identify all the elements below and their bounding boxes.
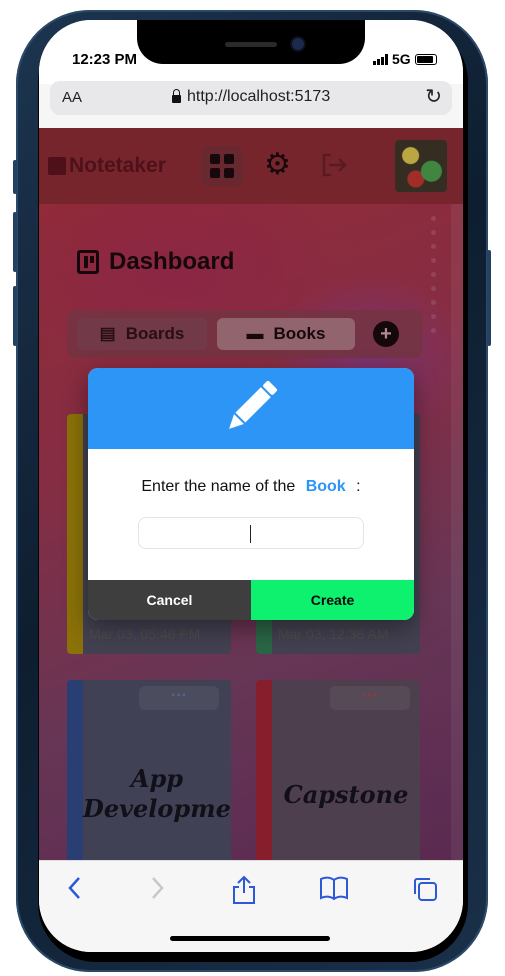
back-icon[interactable]	[65, 875, 85, 908]
pencil-icon	[229, 380, 278, 429]
create-button[interactable]: Create	[251, 580, 414, 620]
forward-svg	[152, 877, 164, 899]
network-type: 5G	[392, 51, 411, 67]
front-camera	[292, 38, 304, 50]
text-caret	[250, 525, 251, 543]
dialog-header	[88, 368, 414, 449]
book-name-input[interactable]	[138, 517, 364, 549]
prompt-suffix: :	[356, 478, 361, 495]
battery-icon	[414, 53, 437, 65]
volume-up-button	[13, 212, 17, 272]
create-book-dialog: Enter the name of the Book : Cancel Crea…	[88, 368, 414, 620]
url-display[interactable]: http://localhost:5173	[172, 88, 330, 106]
lock-icon	[172, 89, 181, 103]
back-svg	[68, 877, 80, 899]
tabs-svg	[414, 878, 437, 901]
bookmarks-svg	[320, 876, 348, 901]
notch	[137, 20, 365, 64]
share-icon[interactable]	[231, 875, 257, 912]
mute-switch	[13, 160, 17, 194]
text-size-button[interactable]: AA	[62, 89, 82, 106]
screen: 12:23 PM 5G AA http://localhost:5173 ↻ N…	[39, 20, 463, 952]
tabs-icon[interactable]	[411, 875, 439, 910]
web-app: Notetaker ⚙ Dashboard ▤ Boards ▬ Books +…	[39, 128, 463, 860]
speaker	[225, 42, 277, 47]
share-svg	[233, 875, 255, 904]
status-bar: 12:23 PM 5G	[39, 20, 463, 84]
prompt-highlight: Book	[305, 478, 346, 495]
url-text: http://localhost:5173	[187, 88, 331, 105]
clock: 12:23 PM	[72, 51, 138, 68]
reload-icon[interactable]: ↻	[425, 87, 442, 107]
power-button	[487, 250, 491, 346]
signal-icon	[373, 53, 388, 65]
dialog-prompt: Enter the name of the Book :	[88, 478, 414, 496]
bookmarks-icon[interactable]	[319, 875, 349, 908]
network-status: 5G	[373, 51, 437, 67]
prompt-prefix: Enter the name of the	[141, 478, 296, 495]
forward-icon[interactable]	[147, 875, 167, 908]
volume-down-button	[13, 286, 17, 346]
home-indicator[interactable]	[170, 936, 330, 941]
cancel-button[interactable]: Cancel	[88, 580, 251, 620]
address-bar[interactable]: AA http://localhost:5173 ↻	[50, 81, 452, 115]
